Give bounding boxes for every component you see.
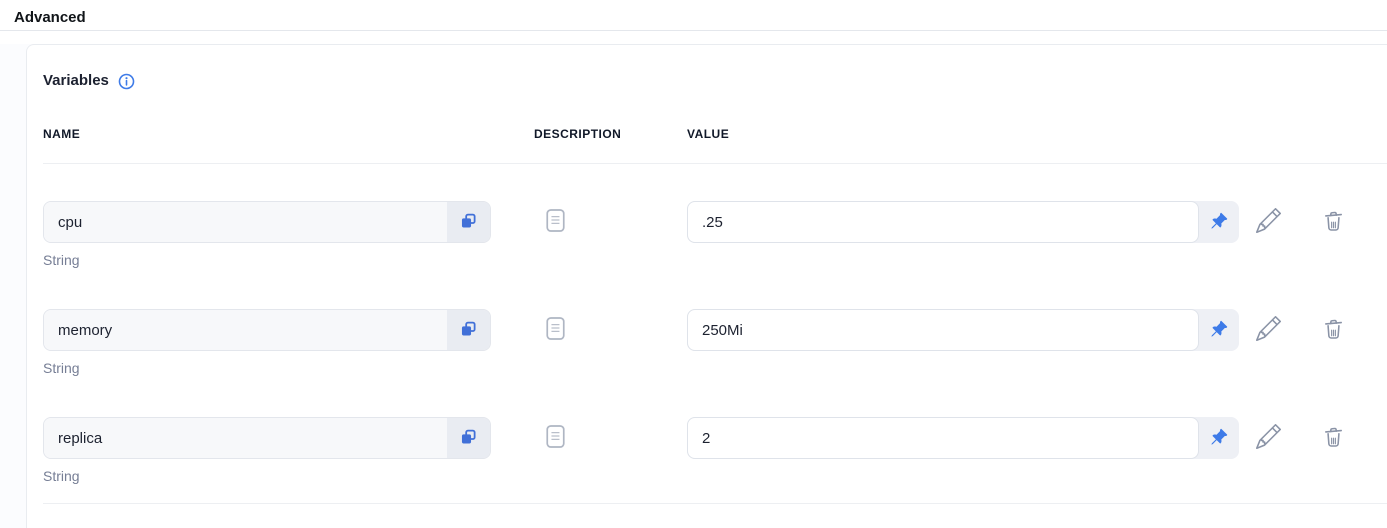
section-divider <box>43 503 1387 504</box>
copy-icon <box>459 211 478 233</box>
trash-icon <box>1321 208 1346 236</box>
pencil-icon <box>1256 208 1281 236</box>
column-header-description: DESCRIPTION <box>534 127 687 142</box>
pin-button[interactable] <box>1199 417 1239 459</box>
copy-button[interactable] <box>447 202 490 242</box>
copy-button[interactable] <box>447 418 490 458</box>
value-cell <box>687 309 1387 351</box>
value-cell <box>687 417 1387 459</box>
copy-icon <box>459 427 478 449</box>
pencil-icon <box>1256 424 1281 452</box>
variable-row: String <box>43 417 1387 485</box>
description-button[interactable] <box>546 209 565 235</box>
column-header-value: VALUE <box>687 127 1387 142</box>
variable-row: String <box>43 201 1387 269</box>
column-header-name: NAME <box>43 127 534 142</box>
value-input-group <box>687 309 1239 351</box>
name-input-group <box>43 417 491 459</box>
info-icon[interactable] <box>118 73 135 90</box>
page-title: Advanced <box>14 8 1373 28</box>
page-body: Variables NAME DESCRIPTION VALUE String <box>0 44 1387 528</box>
variable-value-input[interactable] <box>687 309 1199 351</box>
variable-type-label: String <box>43 252 491 269</box>
trash-icon <box>1321 316 1346 344</box>
note-icon <box>546 317 565 343</box>
value-input-group <box>687 201 1239 243</box>
description-cell <box>534 417 687 459</box>
note-icon <box>546 425 565 451</box>
name-cell: String <box>43 417 491 485</box>
copy-button[interactable] <box>447 310 490 350</box>
pin-button[interactable] <box>1199 201 1239 243</box>
note-icon <box>546 209 565 235</box>
value-cell <box>687 201 1387 243</box>
variable-row: String <box>43 309 1387 377</box>
pin-icon <box>1210 320 1228 341</box>
pin-icon <box>1210 428 1228 449</box>
description-cell <box>534 309 687 351</box>
delete-button[interactable] <box>1321 316 1346 344</box>
trash-icon <box>1321 424 1346 452</box>
value-input-group <box>687 417 1239 459</box>
pin-button[interactable] <box>1199 309 1239 351</box>
variable-name-input[interactable] <box>44 202 447 242</box>
delete-button[interactable] <box>1321 424 1346 452</box>
section-title-row: Variables <box>43 71 1387 91</box>
edit-button[interactable] <box>1256 424 1281 452</box>
column-headers: NAME DESCRIPTION VALUE <box>43 127 1387 164</box>
variable-value-input[interactable] <box>687 417 1199 459</box>
delete-button[interactable] <box>1321 208 1346 236</box>
section-title: Variables <box>43 71 109 91</box>
description-button[interactable] <box>546 317 565 343</box>
variable-value-input[interactable] <box>687 201 1199 243</box>
name-input-group <box>43 309 491 351</box>
description-cell <box>534 201 687 243</box>
pencil-icon <box>1256 316 1281 344</box>
variable-type-label: String <box>43 468 491 485</box>
description-button[interactable] <box>546 425 565 451</box>
name-cell: String <box>43 201 491 269</box>
edit-button[interactable] <box>1256 208 1281 236</box>
pin-icon <box>1210 212 1228 233</box>
variable-name-input[interactable] <box>44 418 447 458</box>
name-input-group <box>43 201 491 243</box>
variables-card: Variables NAME DESCRIPTION VALUE String <box>26 44 1387 528</box>
name-cell: String <box>43 309 491 377</box>
copy-icon <box>459 319 478 341</box>
page-header: Advanced <box>0 0 1387 31</box>
variable-name-input[interactable] <box>44 310 447 350</box>
edit-button[interactable] <box>1256 316 1281 344</box>
variable-type-label: String <box>43 360 491 377</box>
